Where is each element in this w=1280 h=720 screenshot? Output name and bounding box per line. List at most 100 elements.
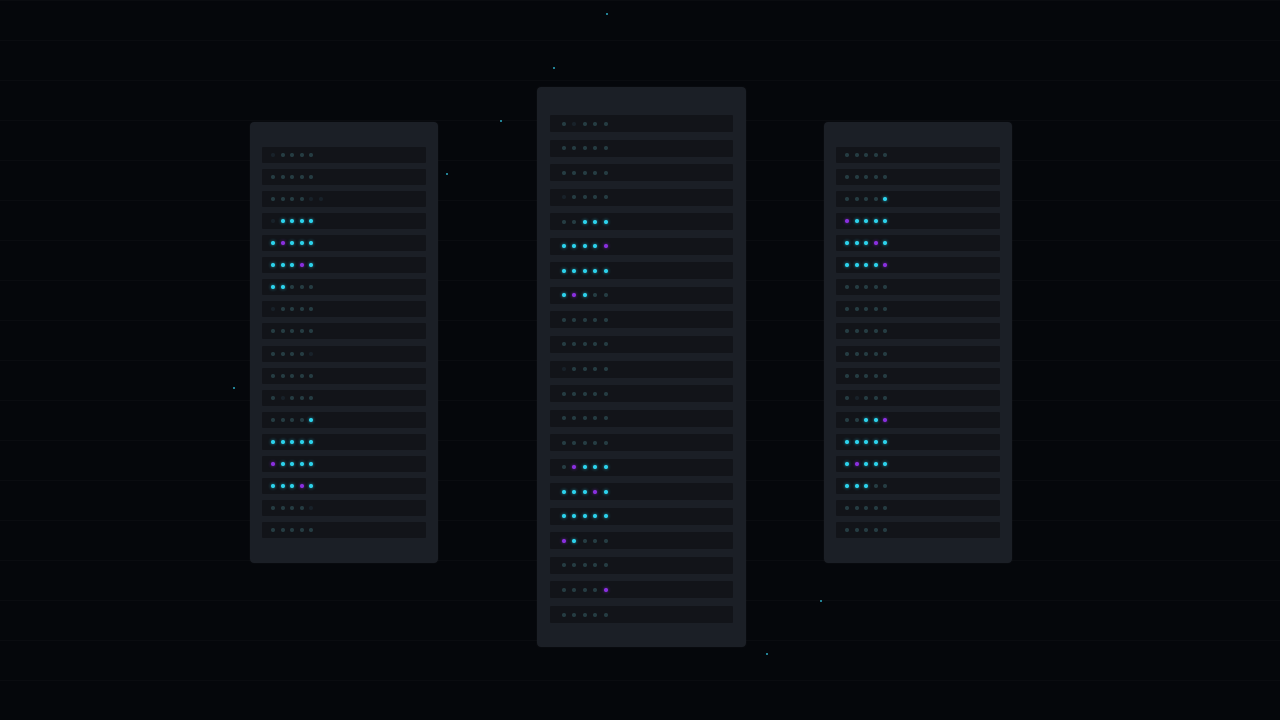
status-led-icon: [603, 587, 608, 592]
rack-unit: [836, 411, 1000, 428]
status-led-icon: [845, 439, 849, 444]
status-led-icon: [582, 293, 587, 298]
particle-dot-icon: [606, 13, 608, 15]
status-led-icon: [845, 241, 849, 246]
rack-unit: [550, 507, 733, 525]
status-led-icon: [280, 351, 285, 356]
status-led-icon: [280, 528, 285, 533]
status-led-icon: [572, 612, 577, 617]
status-led-icon: [854, 197, 859, 202]
status-led-icon: [854, 505, 859, 510]
status-led-icon: [572, 219, 577, 224]
rack-unit: [550, 188, 733, 206]
status-led-icon: [603, 219, 608, 224]
status-led-icon: [582, 367, 587, 371]
status-led-icon: [603, 342, 608, 347]
status-led-icon: [280, 461, 285, 466]
status-led-icon: [271, 505, 275, 510]
status-led-icon: [572, 440, 577, 445]
rack-unit: [836, 389, 1000, 406]
status-led-icon: [845, 307, 849, 312]
status-led-icon: [280, 483, 285, 488]
status-led-icon: [603, 170, 608, 175]
status-led-icon: [572, 146, 577, 151]
status-led-icon: [582, 538, 587, 543]
status-led-icon: [562, 612, 566, 617]
status-led-icon: [845, 417, 849, 422]
status-led-icon: [299, 351, 304, 356]
particle-dot-icon: [233, 387, 235, 389]
status-led-icon: [299, 175, 304, 180]
status-led-icon: [883, 197, 888, 202]
status-led-icon: [873, 263, 878, 268]
status-led-icon: [603, 612, 608, 617]
status-led-icon: [582, 317, 587, 322]
status-led-icon: [572, 587, 577, 592]
status-led-icon: [864, 373, 869, 378]
status-led-icon: [290, 329, 295, 334]
particle-dot-icon: [766, 653, 768, 655]
status-led-icon: [873, 219, 878, 224]
status-led-icon: [582, 416, 587, 421]
status-led-icon: [309, 263, 314, 268]
server-rack-left: [250, 122, 438, 563]
rack-unit: [262, 499, 426, 516]
status-led-icon: [271, 263, 275, 268]
status-led-icon: [883, 351, 888, 356]
status-led-icon: [603, 514, 608, 519]
status-led-icon: [593, 342, 598, 347]
status-led-icon: [309, 395, 314, 400]
status-led-icon: [883, 219, 888, 224]
status-led-icon: [562, 195, 566, 200]
status-led-icon: [593, 170, 598, 175]
status-led-icon: [873, 461, 878, 466]
status-led-icon: [309, 351, 314, 356]
status-led-icon: [271, 175, 275, 180]
status-led-icon: [883, 505, 888, 510]
status-led-icon: [593, 121, 598, 126]
status-led-icon: [280, 417, 285, 422]
status-led-icon: [854, 351, 859, 356]
status-led-icon: [280, 439, 285, 444]
status-led-icon: [309, 153, 314, 157]
status-led-icon: [562, 391, 566, 396]
status-led-icon: [562, 268, 566, 273]
rack-unit: [550, 434, 733, 452]
server-rack-right: [824, 122, 1012, 563]
status-led-icon: [309, 329, 314, 334]
status-led-icon: [864, 263, 869, 268]
status-led-icon: [854, 307, 859, 312]
rack-unit: [836, 455, 1000, 472]
particle-dot-icon: [553, 67, 555, 69]
status-led-icon: [280, 175, 285, 180]
status-led-icon: [271, 153, 275, 157]
status-led-icon: [582, 121, 587, 126]
status-led-icon: [572, 538, 577, 543]
status-led-icon: [873, 329, 878, 334]
status-led-icon: [562, 170, 566, 175]
status-led-icon: [603, 367, 608, 371]
status-led-icon: [603, 244, 608, 249]
status-led-icon: [854, 263, 859, 268]
status-led-icon: [603, 317, 608, 322]
status-led-icon: [603, 268, 608, 273]
status-led-icon: [280, 197, 285, 202]
status-led-icon: [873, 505, 878, 510]
status-led-icon: [864, 395, 869, 400]
status-led-icon: [309, 461, 314, 466]
status-led-icon: [603, 391, 608, 396]
status-led-icon: [562, 219, 566, 224]
rack-unit: [550, 286, 733, 304]
rack-unit: [836, 279, 1000, 296]
status-led-icon: [290, 307, 295, 312]
status-led-icon: [309, 483, 314, 488]
status-led-icon: [883, 395, 888, 400]
status-led-icon: [572, 293, 577, 298]
status-led-icon: [883, 528, 888, 533]
status-led-icon: [290, 505, 295, 510]
rack-unit: [262, 522, 426, 539]
status-led-icon: [290, 219, 295, 224]
status-led-icon: [562, 121, 566, 126]
status-led-icon: [309, 307, 314, 312]
status-led-icon: [562, 367, 566, 371]
